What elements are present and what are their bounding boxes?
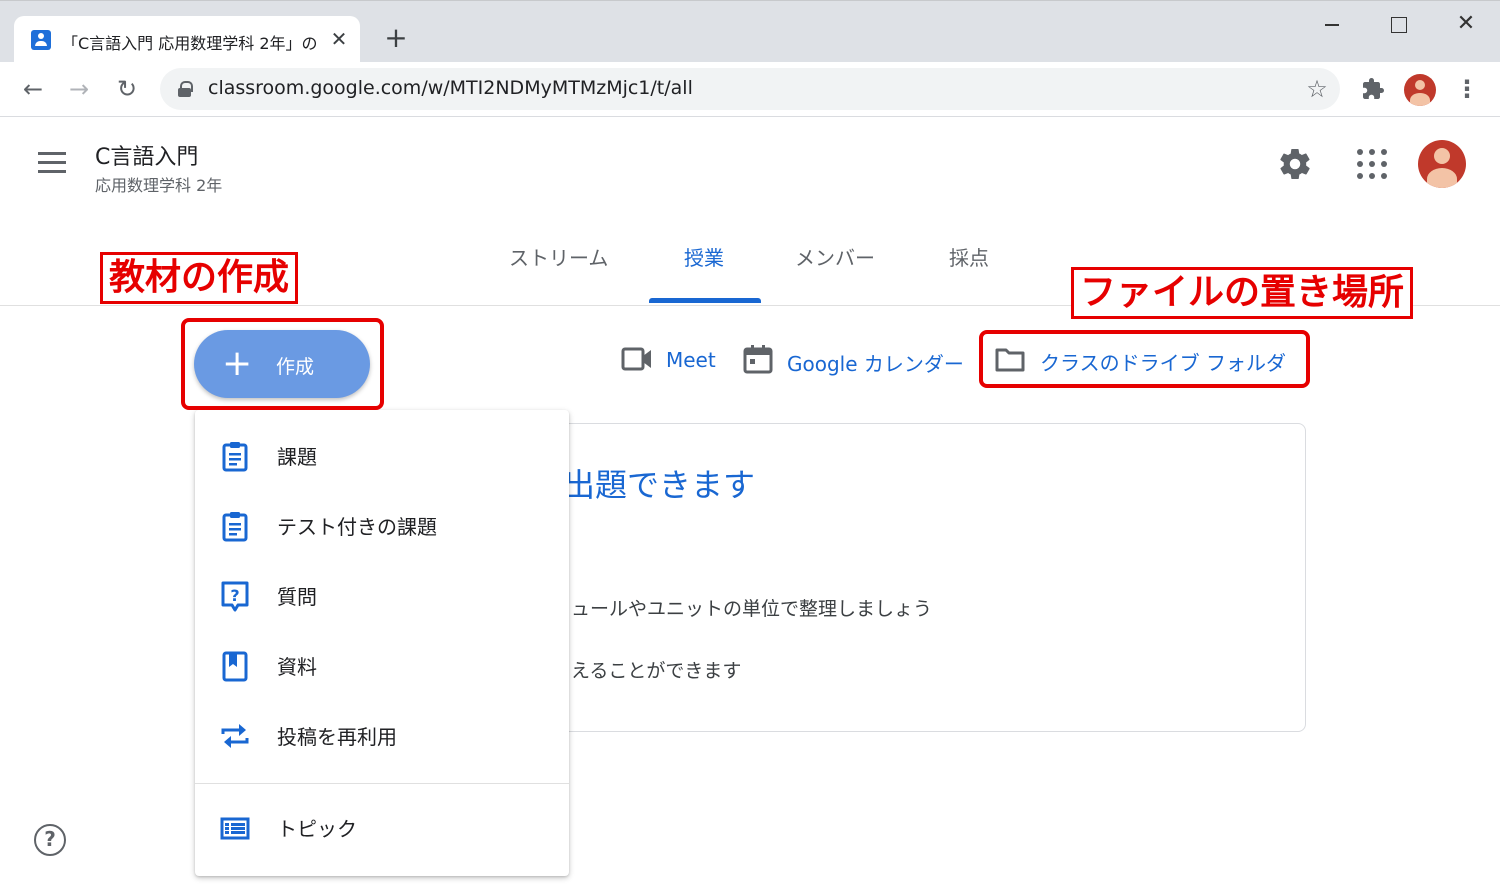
- address-bar[interactable]: classroom.google.com/w/MTI2NDMyMTMzMjc1/…: [160, 68, 1340, 110]
- menu-item-label: 資料: [277, 655, 317, 679]
- menu-item-assignment[interactable]: 課題: [195, 421, 569, 491]
- annotation-label-file-location: ファイルの置き場所: [1071, 267, 1414, 319]
- help-icon[interactable]: ?: [34, 824, 66, 856]
- tab-stream[interactable]: ストリーム: [509, 242, 608, 271]
- browser-toolbar: ← → ↻ classroom.google.com/w/MTI2NDMyMTM…: [0, 62, 1500, 117]
- active-tab-indicator: [649, 298, 761, 303]
- menu-divider: [195, 783, 569, 784]
- annotation-label-create-materials: 教材の作成: [100, 252, 299, 304]
- browser-tabstrip: 「C言語入門 応用数理学科 2年」の ✕ + ✕: [0, 0, 1500, 63]
- forward-arrow-icon[interactable]: →: [64, 74, 94, 104]
- gear-icon[interactable]: [1277, 146, 1313, 182]
- class-title[interactable]: C言語入門: [95, 139, 198, 171]
- tab-people[interactable]: メンバー: [795, 242, 875, 271]
- browser-tab-title: 「C言語入門 応用数理学科 2年」の: [62, 34, 318, 53]
- window-minimize-button[interactable]: [1318, 13, 1346, 37]
- quiz-assignment-icon: [222, 512, 248, 542]
- annotation-box-create: [181, 318, 384, 410]
- assignment-icon: [222, 442, 248, 472]
- menu-item-label: トピック: [277, 817, 357, 841]
- extensions-puzzle-icon[interactable]: [1358, 74, 1388, 104]
- class-section: 応用数理学科 2年: [95, 176, 223, 195]
- menu-item-reuse-post[interactable]: 投稿を再利用: [195, 701, 569, 771]
- topic-icon: [220, 817, 250, 840]
- meet-link[interactable]: Meet: [666, 348, 716, 372]
- menu-item-label: 質問: [277, 585, 317, 609]
- tab-close-icon[interactable]: ✕: [326, 26, 352, 52]
- menu-item-topic[interactable]: トピック: [195, 793, 569, 863]
- menu-item-label: 課題: [277, 445, 317, 469]
- reuse-post-icon: [221, 724, 249, 748]
- menu-item-label: 投稿を再利用: [277, 725, 397, 749]
- back-arrow-icon[interactable]: ←: [18, 74, 48, 104]
- empty-state-title: 出題できます: [563, 466, 756, 504]
- url-text[interactable]: classroom.google.com/w/MTI2NDMyMTMzMjc1/…: [208, 77, 693, 99]
- menu-item-material[interactable]: 資料: [195, 631, 569, 701]
- lock-icon: [178, 81, 193, 97]
- menu-item-label: テスト付きの課題: [277, 515, 437, 539]
- google-apps-grid-icon[interactable]: [1356, 148, 1388, 180]
- empty-state-line-1: ュールやユニットの単位で整理しましょう: [571, 598, 933, 620]
- classwork-empty-state-card: 出題できます ュールやユニットの単位で整理しましょう えることができます: [500, 423, 1306, 732]
- menu-item-question[interactable]: ? 質問: [195, 561, 569, 631]
- question-icon: ?: [221, 581, 249, 612]
- window-close-button[interactable]: ✕: [1452, 11, 1480, 37]
- create-menu: 課題 テスト付きの課題 ? 質問 資料 投稿を再利用 トピック: [195, 410, 569, 876]
- svg-text:?: ?: [230, 586, 239, 605]
- calendar-icon[interactable]: [742, 343, 774, 375]
- empty-state-line-2: えることができます: [571, 660, 742, 682]
- new-tab-button[interactable]: +: [380, 23, 412, 55]
- meet-video-icon[interactable]: [620, 344, 654, 374]
- browser-menu-icon[interactable]: ⋮: [1452, 74, 1482, 104]
- bookmark-star-icon[interactable]: ☆: [1302, 74, 1332, 104]
- browser-tab[interactable]: 「C言語入門 応用数理学科 2年」の ✕: [14, 16, 360, 63]
- tab-grades[interactable]: 採点: [949, 242, 989, 271]
- classroom-favicon-icon: [31, 30, 51, 50]
- account-avatar[interactable]: [1418, 140, 1466, 188]
- window-maximize-button[interactable]: [1384, 13, 1412, 37]
- browser-profile-avatar[interactable]: [1404, 74, 1436, 106]
- annotation-box-drive-folder: [979, 330, 1310, 388]
- material-icon: [222, 651, 248, 682]
- reload-icon[interactable]: ↻: [112, 74, 142, 104]
- main-menu-icon[interactable]: [38, 152, 68, 176]
- menu-item-quiz-assignment[interactable]: テスト付きの課題: [195, 491, 569, 561]
- tab-classwork[interactable]: 授業: [684, 242, 724, 271]
- calendar-link[interactable]: Google カレンダー: [787, 348, 964, 377]
